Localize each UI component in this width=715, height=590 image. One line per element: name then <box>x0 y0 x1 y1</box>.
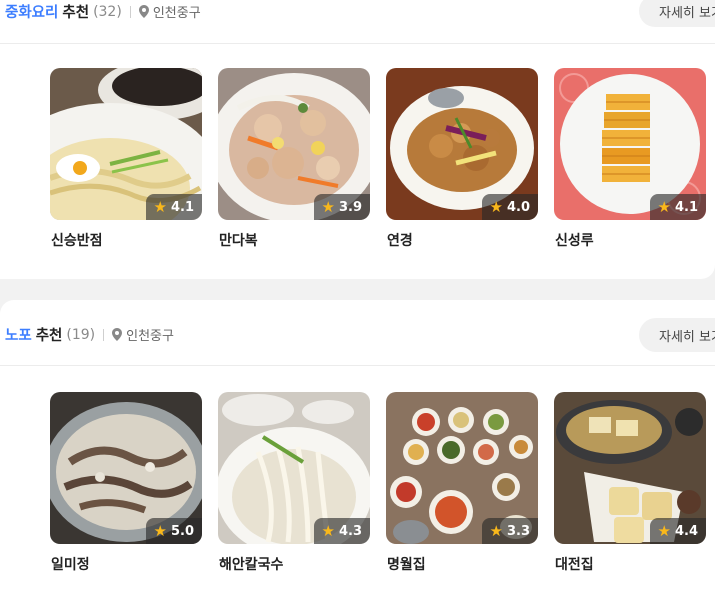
restaurant-card[interactable]: ★ 4.1 신승반점 <box>50 68 202 250</box>
section-recommend-label: 추천 <box>62 5 90 21</box>
rating-badge: ★ 3.9 <box>313 194 370 220</box>
star-icon: ★ <box>489 521 503 540</box>
restaurant-photo[interactable]: ★ 5.0 <box>50 392 202 544</box>
restaurant-name[interactable]: 해안칼국수 <box>218 554 370 574</box>
rating-badge: ★ 4.1 <box>145 194 202 220</box>
rating-badge: ★ 4.0 <box>481 194 538 220</box>
restaurant-name[interactable]: 신성루 <box>554 230 706 250</box>
section-title: 중화요리 추천 (32) 인천중구 <box>5 1 201 22</box>
restaurant-card[interactable]: ★ 4.1 신성루 <box>554 68 706 250</box>
rating-badge: ★ 4.4 <box>649 518 706 544</box>
rating-value: 4.3 <box>338 523 362 539</box>
restaurant-photo[interactable]: ★ 3.3 <box>386 392 538 544</box>
recommend-section-chinese: 중화요리 추천 (32) 인천중구 자세히 보기 <box>0 0 715 279</box>
location-label: 인천중구 <box>138 2 201 21</box>
rating-value: 3.9 <box>338 199 362 215</box>
location-label: 인천중구 <box>112 325 174 344</box>
location-pin-icon <box>112 328 123 341</box>
section-title: 노포 추천 (19) 인천중구 <box>5 324 174 345</box>
section-count: (19) <box>66 326 96 343</box>
restaurant-card[interactable]: ★ 5.0 일미정 <box>50 392 202 574</box>
section-keyword[interactable]: 노포 <box>5 324 32 345</box>
section-count: (32) <box>93 3 122 20</box>
restaurant-name[interactable]: 명월집 <box>386 554 538 574</box>
star-icon: ★ <box>489 197 503 216</box>
restaurant-name[interactable]: 만다복 <box>218 230 370 250</box>
restaurant-card[interactable]: ★ 4.0 연경 <box>386 68 538 250</box>
restaurant-card[interactable]: ★ 4.4 대전집 <box>554 392 706 574</box>
restaurant-name[interactable]: 연경 <box>386 230 538 250</box>
restaurant-card[interactable]: ★ 3.3 명월집 <box>386 392 538 574</box>
restaurant-photo[interactable]: ★ 4.3 <box>218 392 370 544</box>
restaurant-photo[interactable]: ★ 4.1 <box>50 68 202 220</box>
rating-value: 5.0 <box>170 523 194 539</box>
star-icon: ★ <box>153 521 167 540</box>
rating-badge: ★ 4.1 <box>649 194 706 220</box>
rating-value: 4.4 <box>674 523 698 539</box>
star-icon: ★ <box>321 521 335 540</box>
location-text: 인천중구 <box>152 6 201 21</box>
rating-badge: ★ 5.0 <box>145 518 202 544</box>
rating-badge: ★ 4.3 <box>313 518 370 544</box>
restaurant-photo[interactable]: ★ 4.1 <box>554 68 706 220</box>
more-button[interactable]: 자세히 보기 <box>639 318 715 352</box>
restaurant-cards: ★ 5.0 일미정 ★ 4.3 해안칼국수 ★ 3.3 명월집 ★ 4.4 대전… <box>50 392 706 574</box>
rating-value: 4.0 <box>506 199 530 215</box>
recommend-section-old-shop: 노포 추천 (19) 인천중구 자세히 보기 <box>0 300 715 590</box>
star-icon: ★ <box>657 521 671 540</box>
rating-value: 4.1 <box>170 199 194 215</box>
section-header: 노포 추천 (19) 인천중구 자세히 보기 <box>0 300 715 366</box>
location-pin-icon <box>138 5 149 18</box>
restaurant-name[interactable]: 일미정 <box>50 554 202 574</box>
restaurant-photo[interactable]: ★ 3.9 <box>218 68 370 220</box>
restaurant-photo[interactable]: ★ 4.0 <box>386 68 538 220</box>
restaurant-name[interactable]: 신승반점 <box>50 230 202 250</box>
divider <box>129 5 131 18</box>
location-text: 인천중구 <box>126 329 174 344</box>
restaurant-card[interactable]: ★ 4.3 해안칼국수 <box>218 392 370 574</box>
restaurant-card[interactable]: ★ 3.9 만다복 <box>218 68 370 250</box>
restaurant-name[interactable]: 대전집 <box>554 554 706 574</box>
rating-badge: ★ 3.3 <box>481 518 538 544</box>
section-recommend-label: 추천 <box>35 328 63 344</box>
rating-value: 4.1 <box>674 199 698 215</box>
star-icon: ★ <box>153 197 167 216</box>
restaurant-photo[interactable]: ★ 4.4 <box>554 392 706 544</box>
star-icon: ★ <box>657 197 671 216</box>
divider <box>103 328 105 341</box>
section-header: 중화요리 추천 (32) 인천중구 자세히 보기 <box>0 0 715 44</box>
more-button[interactable]: 자세히 보기 <box>639 0 715 27</box>
restaurant-cards: ★ 4.1 신승반점 ★ 3.9 만다복 ★ 4.0 연경 ★ 4.1 신성루 <box>50 68 706 250</box>
star-icon: ★ <box>321 197 335 216</box>
rating-value: 3.3 <box>506 523 530 539</box>
section-keyword[interactable]: 중화요리 <box>5 1 58 22</box>
